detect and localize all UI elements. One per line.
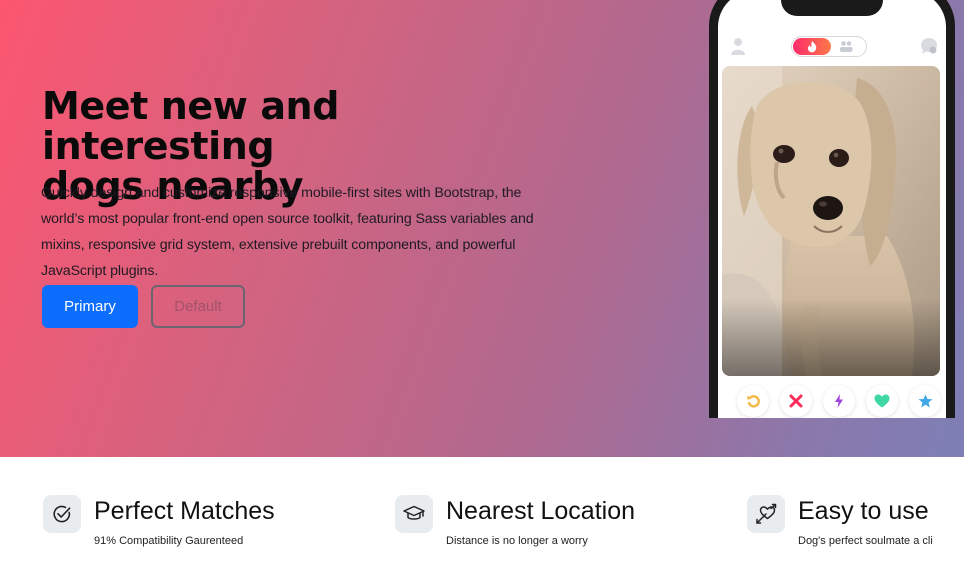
hero-title-line1: Meet new and interesting [42,84,340,168]
undo-icon [747,395,760,408]
profile-icon[interactable] [730,37,746,55]
dog-photo[interactable] [722,66,940,376]
phone-notch [781,0,883,16]
hero-description: Quickly design and customize responsive … [41,185,534,279]
x-icon [789,394,803,408]
super-like-button[interactable] [909,385,941,417]
phone-mockup [709,0,955,418]
hero-section: Meet new and interesting dogs nearby Qui… [0,0,964,457]
primary-button[interactable]: Primary [42,285,138,328]
mortarboard-icon [395,495,433,533]
people-icon[interactable] [839,40,853,53]
rewind-button[interactable] [737,385,769,417]
star-icon [918,394,932,408]
flame-toggle-active [793,38,831,55]
action-bar [718,385,946,418]
flame-icon [808,41,817,53]
feature-subtitle: 91% Compatibility Gaurenteed [94,535,244,547]
feature-title: Nearest Location [446,497,636,525]
feature-subtitle: Dog's perfect soulmate a cli [798,535,933,547]
nope-button[interactable] [780,385,812,417]
like-button[interactable] [866,385,898,417]
check-circle-icon [43,495,81,533]
default-button[interactable]: Default [151,285,245,328]
lightning-icon [835,394,843,408]
feature-title: Perfect Matches [94,497,275,525]
phone-screen [718,0,946,418]
dog-image [722,66,940,376]
chat-icon[interactable] [920,37,938,55]
heart-arrow-icon [747,495,785,533]
feature-subtitle: Distance is no longer a worry [446,535,588,547]
view-toggle[interactable] [791,36,867,57]
feature-title: Easy to use [798,497,929,525]
heart-icon [874,394,890,408]
boost-button[interactable] [823,385,855,417]
